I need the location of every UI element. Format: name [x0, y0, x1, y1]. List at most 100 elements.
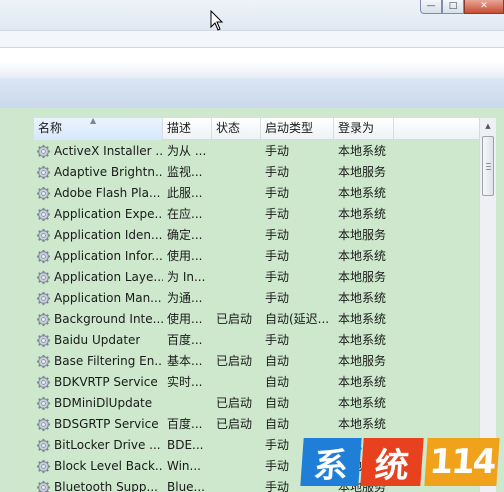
- column-header-label: 状态: [216, 121, 241, 135]
- service-name: Background Inte...: [54, 312, 163, 326]
- maximize-button[interactable]: □: [442, 0, 464, 14]
- gear-icon: [36, 165, 51, 180]
- column-header-label: 登录为: [338, 121, 375, 135]
- toolbar-strip: [0, 62, 504, 78]
- column-header-status[interactable]: 状态: [212, 118, 261, 140]
- service-row[interactable]: Application Infor... 使用... 手动 本地系统: [34, 246, 394, 267]
- service-name: BDMiniDlUpdate: [54, 396, 153, 410]
- service-description: 为 In...: [167, 270, 206, 284]
- column-header-startup-type[interactable]: 启动类型: [261, 118, 334, 140]
- service-name-cell: Application Man...: [34, 288, 163, 309]
- service-name: Application Laye...: [54, 270, 163, 284]
- service-logon-as: 本地系统: [338, 207, 387, 221]
- gear-icon: [36, 291, 51, 306]
- gear-icon: [36, 459, 51, 474]
- gear-icon: [36, 270, 51, 285]
- service-name: BDKVRTP Service: [54, 375, 158, 389]
- window-titlebar: — □ ✕: [0, 0, 504, 30]
- service-startup-type: 自动: [265, 396, 290, 410]
- service-name-cell: Application Infor...: [34, 246, 163, 267]
- service-name: Application Expe...: [54, 207, 163, 221]
- service-name: BitLocker Drive ...: [54, 438, 161, 452]
- service-logon-as: 本地系统: [338, 249, 387, 263]
- logo-char-1: 系: [300, 438, 362, 486]
- gear-icon: [36, 228, 51, 243]
- service-name-cell: Bluetooth Supp...: [34, 477, 163, 492]
- service-name-cell: BitLocker Drive ...: [34, 435, 163, 456]
- column-header-label: 名称: [38, 121, 63, 135]
- service-name: Base Filtering En...: [54, 354, 163, 368]
- scroll-thumb[interactable]: [482, 136, 494, 196]
- service-row[interactable]: Application Laye... 为 In... 手动 本地服务: [34, 267, 394, 288]
- service-logon-as: 本地系统: [338, 291, 387, 305]
- service-row[interactable]: BDMiniDlUpdate 已启动 自动 本地系统: [34, 393, 394, 414]
- service-name: Adobe Flash Pla...: [54, 186, 161, 200]
- service-startup-type: 手动: [265, 333, 290, 347]
- service-status: [212, 246, 261, 267]
- service-row[interactable]: Background Inte... 使用... 已启动 自动(延迟... 本地系统: [34, 309, 394, 330]
- close-button[interactable]: ✕: [464, 0, 504, 14]
- service-startup-type: 手动: [265, 186, 290, 200]
- service-status: 已启动: [216, 396, 253, 410]
- service-logon-as: 本地服务: [338, 165, 387, 179]
- service-description: [163, 393, 212, 414]
- service-status: [212, 225, 261, 246]
- service-status: [212, 456, 261, 477]
- service-description: 使用...: [167, 312, 203, 326]
- sort-ascending-icon: ▲: [90, 118, 97, 125]
- service-row[interactable]: Application Iden... 确定... 手动 本地服务: [34, 225, 394, 246]
- grip-line: [486, 169, 491, 170]
- column-header-description[interactable]: 描述: [163, 118, 212, 140]
- service-startup-type: 自动(延迟...: [265, 312, 330, 326]
- minimize-button[interactable]: —: [420, 0, 442, 14]
- gear-icon: [36, 144, 51, 159]
- service-row[interactable]: Baidu Updater 百度... 手动 本地系统: [34, 330, 394, 351]
- service-status: 已启动: [216, 417, 253, 431]
- service-name-cell: Adobe Flash Pla...: [34, 183, 163, 204]
- gear-icon: [36, 186, 51, 201]
- gear-icon: [36, 480, 51, 492]
- scroll-up-arrow-icon[interactable]: ▲: [480, 118, 496, 134]
- service-startup-type: 手动: [265, 165, 290, 179]
- service-row[interactable]: Adobe Flash Pla... 此服... 手动 本地系统: [34, 183, 394, 204]
- service-name: Baidu Updater: [54, 333, 141, 347]
- service-name-cell: Baidu Updater: [34, 330, 163, 351]
- service-row[interactable]: Base Filtering En... 基本... 已启动 自动 本地服务: [34, 351, 394, 372]
- service-logon-as: 本地系统: [338, 144, 387, 158]
- service-name-cell: ActiveX Installer ...: [34, 141, 163, 162]
- service-status: [212, 477, 261, 492]
- service-status: [212, 372, 261, 393]
- window-controls: — □ ✕: [420, 0, 504, 14]
- service-row[interactable]: ActiveX Installer ... 为从 ... 手动 本地系统: [34, 141, 394, 162]
- service-description: Blue...: [167, 480, 205, 492]
- service-row[interactable]: BDKVRTP Service 实时... 自动 本地系统: [34, 372, 394, 393]
- service-name: BDSGRTP Service: [54, 417, 159, 431]
- service-name: Bluetooth Supp...: [54, 480, 158, 492]
- service-startup-type: 手动: [265, 270, 290, 284]
- grip-line: [486, 163, 491, 164]
- service-description: 在应...: [167, 207, 203, 221]
- service-logon-as: 本地服务: [338, 354, 387, 368]
- service-startup-type: 自动: [265, 375, 290, 389]
- service-row[interactable]: Adaptive Brightn... 监视... 手动 本地服务: [34, 162, 394, 183]
- service-name: Block Level Back...: [54, 459, 163, 473]
- service-row[interactable]: Application Man... 为通... 手动 本地系统: [34, 288, 394, 309]
- gear-icon: [36, 438, 51, 453]
- column-header-filler: [394, 118, 480, 140]
- service-logon-as: 本地系统: [338, 375, 387, 389]
- service-name-cell: Block Level Back...: [34, 456, 163, 477]
- service-name-cell: BDMiniDlUpdate: [34, 393, 163, 414]
- service-name-cell: Application Iden...: [34, 225, 163, 246]
- service-row[interactable]: Application Expe... 在应... 手动 本地系统: [34, 204, 394, 225]
- mouse-cursor-icon: [210, 10, 224, 31]
- service-logon-as: 本地系统: [338, 186, 387, 200]
- watermark-logo: 系 统 114: [300, 432, 504, 492]
- menu-bar: [0, 30, 504, 48]
- service-description: 百度...: [167, 417, 203, 431]
- service-status: [212, 288, 261, 309]
- service-name-cell: BDKVRTP Service: [34, 372, 163, 393]
- column-header-logon-as[interactable]: 登录为: [334, 118, 394, 140]
- service-name-cell: Application Laye...: [34, 267, 163, 288]
- column-header-name[interactable]: ▲ 名称: [34, 118, 163, 140]
- service-logon-as: 本地系统: [338, 396, 387, 410]
